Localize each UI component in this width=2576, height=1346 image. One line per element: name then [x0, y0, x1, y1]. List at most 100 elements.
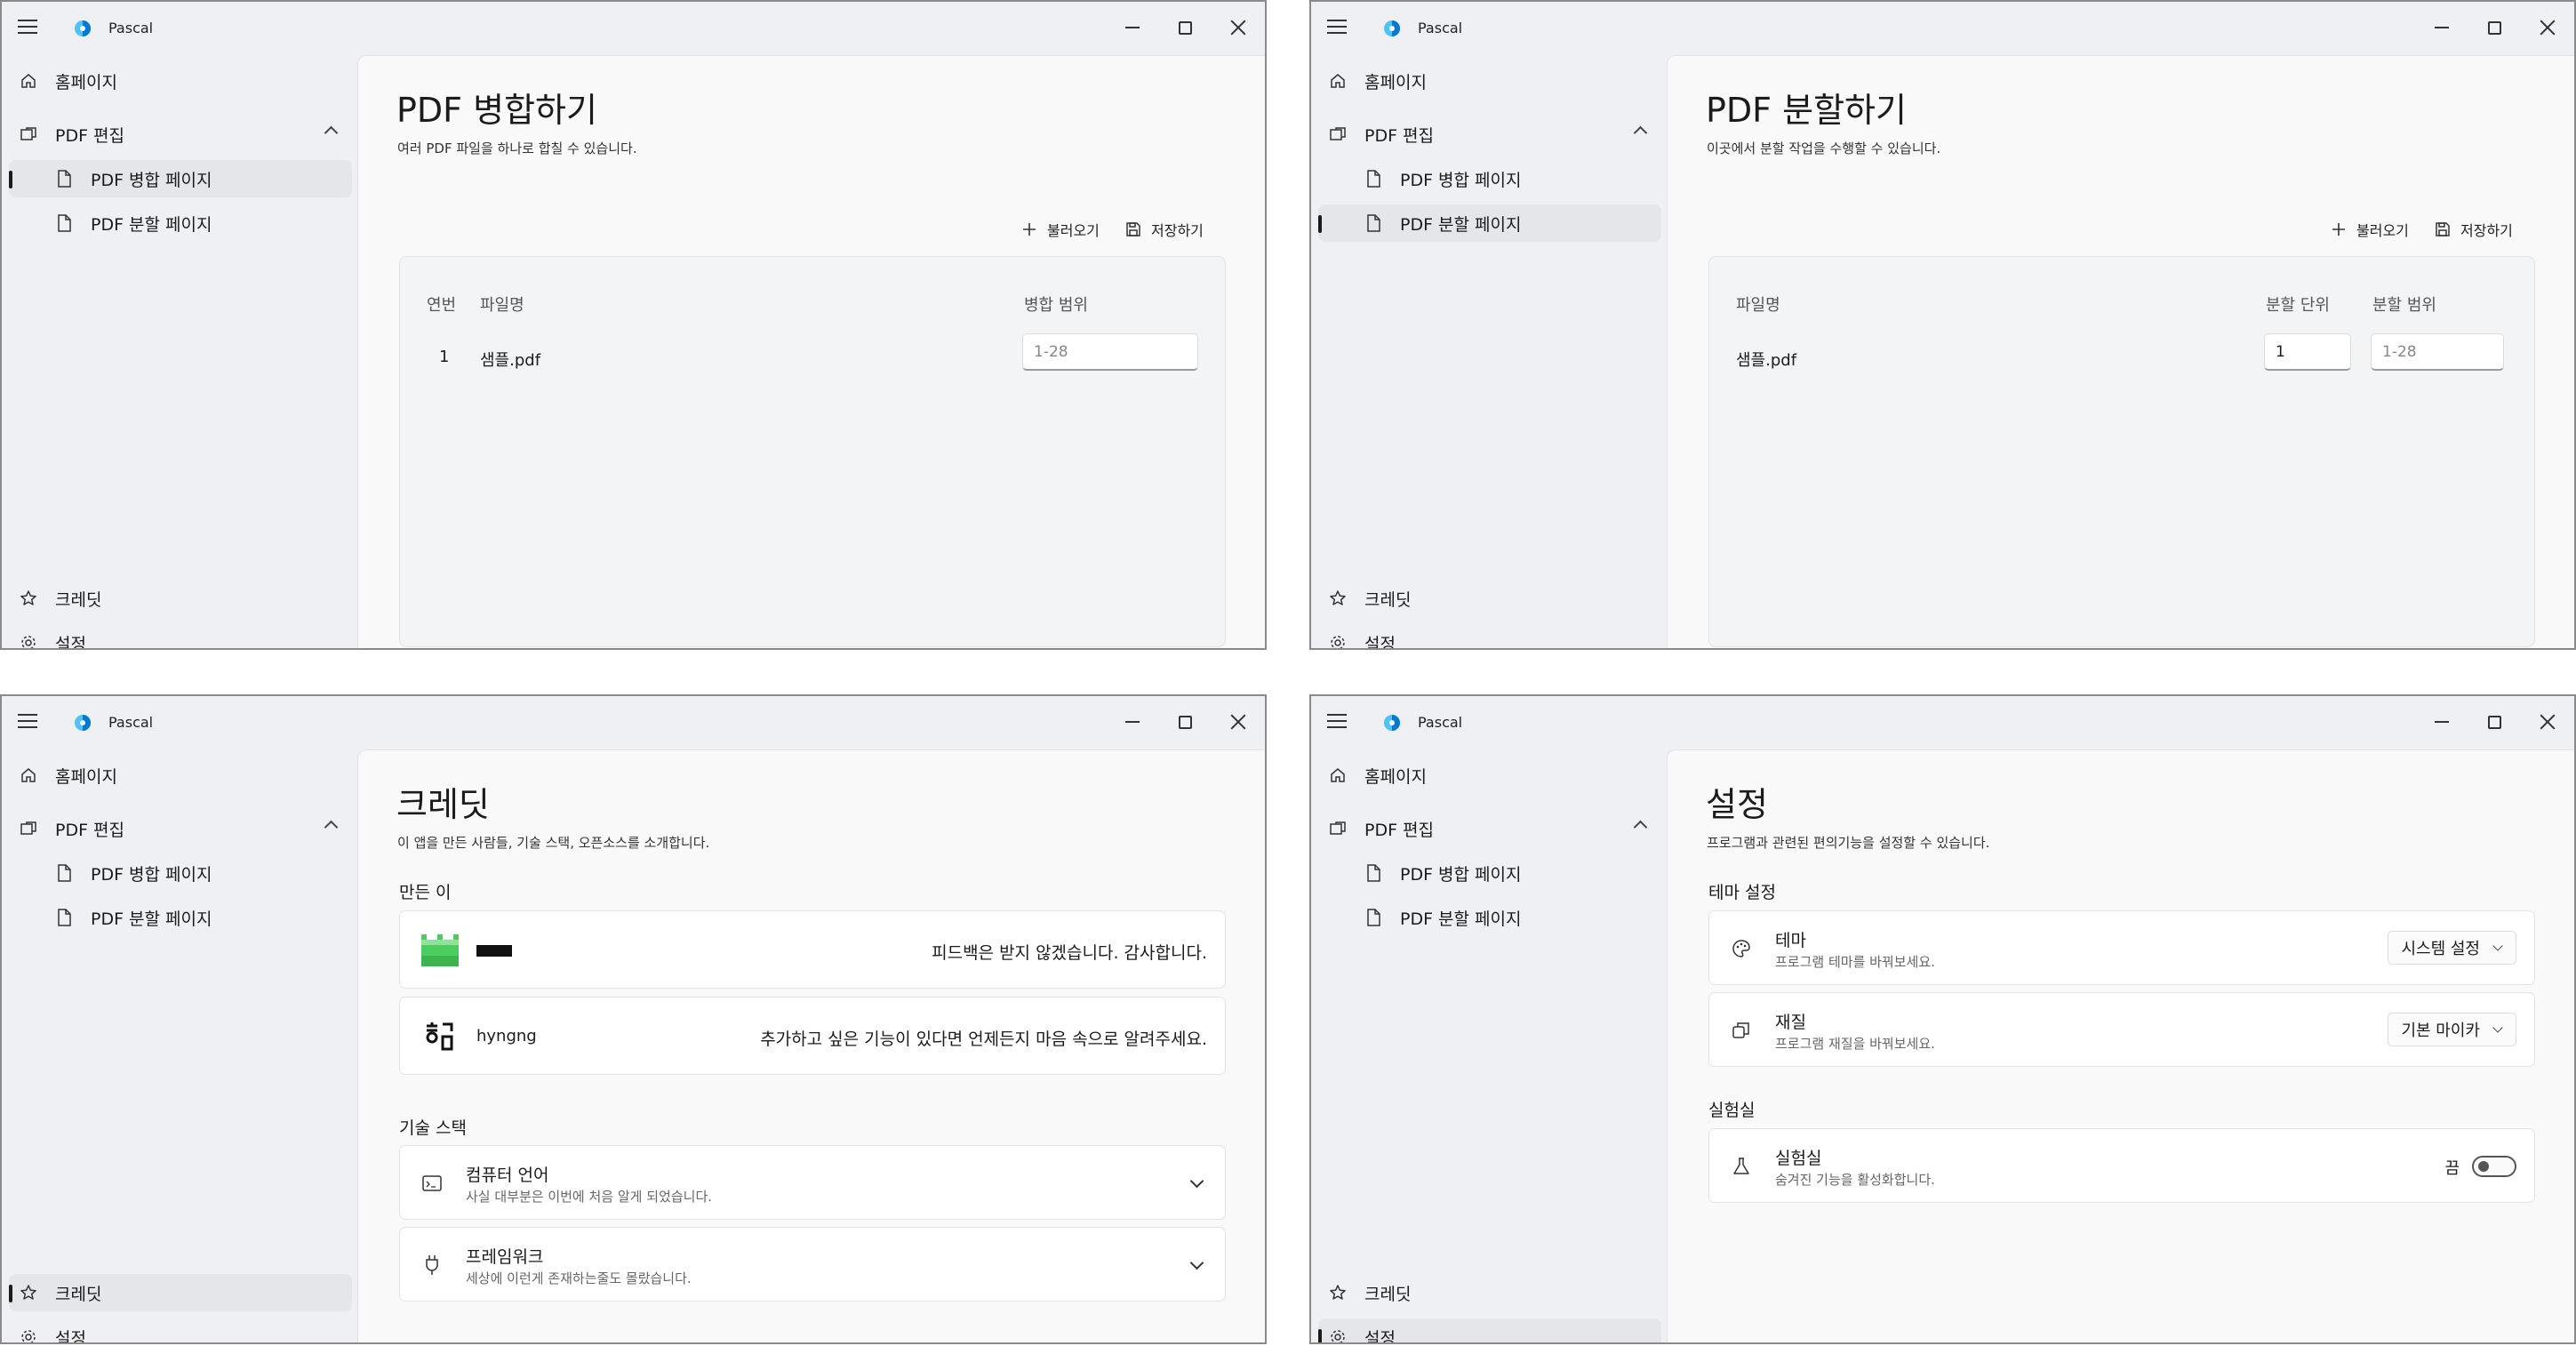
- save-button[interactable]: 저장하기: [1124, 216, 1204, 243]
- nav-item-merge-page[interactable]: PDF 병합 페이지: [9, 854, 352, 892]
- nav-item-split-page[interactable]: PDF 분할 페이지: [9, 899, 352, 936]
- nav-item-merge-page[interactable]: PDF 병합 페이지: [9, 160, 352, 197]
- flask-icon: [1731, 1156, 1752, 1177]
- content-credits: 크레딧 이 앱을 만든 사람들, 기술 스택, 오픈소스를 소개합니다. 만든 …: [357, 749, 1265, 1342]
- nav-item-settings[interactable]: 설정: [1318, 1318, 1661, 1342]
- column-header-merge-range: 병합 범위: [1024, 296, 1088, 315]
- nav-label: 크레딧: [1364, 589, 1412, 610]
- close-button[interactable]: [1220, 707, 1256, 737]
- chevron-down-icon: [2492, 1022, 2503, 1033]
- nav-item-merge-page[interactable]: PDF 병합 페이지: [1318, 854, 1661, 892]
- nav-item-credits[interactable]: 크레딧: [9, 1274, 352, 1311]
- content-merge: PDF 병합하기 여러 PDF 파일을 하나로 합칠 수 있습니다. 불러오기 …: [357, 55, 1265, 648]
- setting-card-theme: 테마 프로그램 테마를 바꿔보세요. 시스템 설정: [1708, 910, 2535, 985]
- nav-item-settings[interactable]: 설정: [9, 624, 352, 648]
- nav-item-pdf-edit[interactable]: PDF 편집: [1318, 810, 1661, 847]
- nav-item-merge-page[interactable]: PDF 병합 페이지: [1318, 160, 1661, 197]
- nav-item-pdf-edit[interactable]: PDF 편집: [9, 810, 352, 847]
- hamburger-menu-icon[interactable]: [18, 714, 37, 729]
- page-title: PDF 분할하기: [1706, 91, 1907, 130]
- hamburger-menu-icon[interactable]: [1327, 714, 1347, 729]
- terminal-icon: [421, 1173, 443, 1194]
- app-logo-icon: [1384, 715, 1400, 731]
- nav-item-split-page[interactable]: PDF 분할 페이지: [1318, 899, 1661, 936]
- maximize-button[interactable]: [2476, 12, 2512, 43]
- star-icon: [20, 1284, 37, 1302]
- nav-item-credits[interactable]: 크레딧: [1318, 1274, 1661, 1311]
- nav-label: PDF 분할 페이지: [91, 909, 212, 929]
- page-description: 이 앱을 만든 사람들, 기술 스택, 오픈소스를 소개합니다.: [397, 835, 710, 851]
- nav-item-split-page[interactable]: PDF 분할 페이지: [1318, 204, 1661, 242]
- close-icon: [1230, 714, 1246, 730]
- nav-item-settings[interactable]: 설정: [9, 1318, 352, 1342]
- load-button[interactable]: 불러오기: [1020, 216, 1100, 243]
- close-button[interactable]: [2530, 707, 2565, 737]
- load-button[interactable]: 불러오기: [2330, 216, 2409, 243]
- save-label: 저장하기: [2460, 222, 2513, 239]
- split-range-input[interactable]: 1-28: [2371, 333, 2504, 371]
- row-filename: 샘플.pdf: [1736, 351, 1797, 370]
- nav-label: PDF 병합 페이지: [91, 170, 212, 190]
- nav-item-home[interactable]: 홈페이지: [9, 62, 352, 100]
- add-icon: [1020, 220, 1038, 238]
- nav-item-credits[interactable]: 크레딧: [1318, 580, 1661, 617]
- maximize-button[interactable]: [1167, 12, 1203, 43]
- title-bar: Pascal: [2, 2, 1265, 55]
- nav-item-settings[interactable]: 설정: [1318, 624, 1661, 648]
- document-edit-icon: [1329, 125, 1347, 143]
- nav-item-credits[interactable]: 크레딧: [9, 580, 352, 617]
- file-table: 연번 파일명 병합 범위 1 샘플.pdf 1-28: [399, 256, 1226, 647]
- close-button[interactable]: [2530, 12, 2565, 43]
- save-button[interactable]: 저장하기: [2434, 216, 2513, 243]
- chevron-down-icon[interactable]: [1189, 1174, 1204, 1189]
- maximize-icon: [1178, 20, 1192, 35]
- window-credits: Pascal 홈페이지 PDF 편집 PDF 병합 페이지 PDF 분할 페이지…: [0, 694, 1267, 1344]
- expander-title: 컴퓨터 언어: [466, 1166, 549, 1185]
- nav-label: PDF 병합 페이지: [1400, 864, 1522, 885]
- maker-card: hyngng 추가하고 싶은 기능이 있다면 언제든지 마음 속으로 알려주세요…: [399, 997, 1226, 1075]
- home-icon: [20, 72, 37, 90]
- setting-subtitle: 숨겨진 기능을 활성화합니다.: [1775, 1172, 1935, 1188]
- hamburger-menu-icon[interactable]: [18, 20, 37, 35]
- column-header-filename: 파일명: [480, 296, 524, 315]
- app-logo-icon: [75, 715, 91, 731]
- nav-item-pdf-edit[interactable]: PDF 편집: [9, 116, 352, 153]
- maximize-button[interactable]: [1167, 707, 1203, 737]
- app-logo-icon: [75, 20, 91, 36]
- nav-item-home[interactable]: 홈페이지: [1318, 62, 1661, 100]
- minimize-button[interactable]: [2424, 12, 2460, 43]
- makers-heading: 만든 이: [399, 883, 452, 902]
- minimize-button[interactable]: [2424, 707, 2460, 737]
- setting-card-lab: 실험실 숨겨진 기능을 활성화합니다. 끔: [1708, 1128, 2535, 1203]
- hamburger-menu-icon[interactable]: [1327, 20, 1347, 35]
- close-button[interactable]: [1220, 12, 1256, 43]
- material-dropdown[interactable]: 기본 마이카: [2388, 1013, 2516, 1046]
- minimize-button[interactable]: [1115, 12, 1150, 43]
- chevron-up-icon[interactable]: [324, 125, 339, 140]
- window-merge: Pascal 홈페이지 PDF 편집 PDF 병합 페이지 PDF 분할 페이지…: [0, 0, 1267, 650]
- theme-dropdown[interactable]: 시스템 설정: [2388, 931, 2516, 965]
- expander-languages[interactable]: 컴퓨터 언어 사실 대부분은 이번에 처음 알게 되었습니다.: [399, 1145, 1226, 1220]
- document-icon: [55, 170, 73, 188]
- chevron-up-icon[interactable]: [324, 820, 339, 835]
- lab-toggle-switch[interactable]: [2472, 1156, 2516, 1177]
- nav-item-home[interactable]: 홈페이지: [1318, 757, 1661, 794]
- nav-label: 크레딧: [55, 589, 102, 610]
- chevron-down-icon[interactable]: [1189, 1255, 1204, 1270]
- merge-range-input[interactable]: 1-28: [1022, 333, 1198, 371]
- nav-item-split-page[interactable]: PDF 분할 페이지: [9, 204, 352, 242]
- nav-label: 홈페이지: [55, 72, 117, 92]
- add-icon: [2330, 220, 2348, 238]
- split-unit-input[interactable]: 1: [2264, 333, 2351, 371]
- expander-frameworks[interactable]: 프레임워크 세상에 이런게 존재하는줄도 몰랐습니다.: [399, 1227, 1226, 1302]
- nav-item-home[interactable]: 홈페이지: [9, 757, 352, 794]
- save-icon: [2434, 220, 2452, 238]
- pixel-avatar-icon: [421, 933, 459, 968]
- column-header-index: 연번: [427, 296, 457, 315]
- chevron-up-icon[interactable]: [1633, 820, 1648, 835]
- nav-item-pdf-edit[interactable]: PDF 편집: [1318, 116, 1661, 153]
- minimize-button[interactable]: [1115, 707, 1150, 737]
- chevron-up-icon[interactable]: [1633, 125, 1648, 140]
- home-icon: [20, 766, 37, 784]
- maximize-button[interactable]: [2476, 707, 2512, 737]
